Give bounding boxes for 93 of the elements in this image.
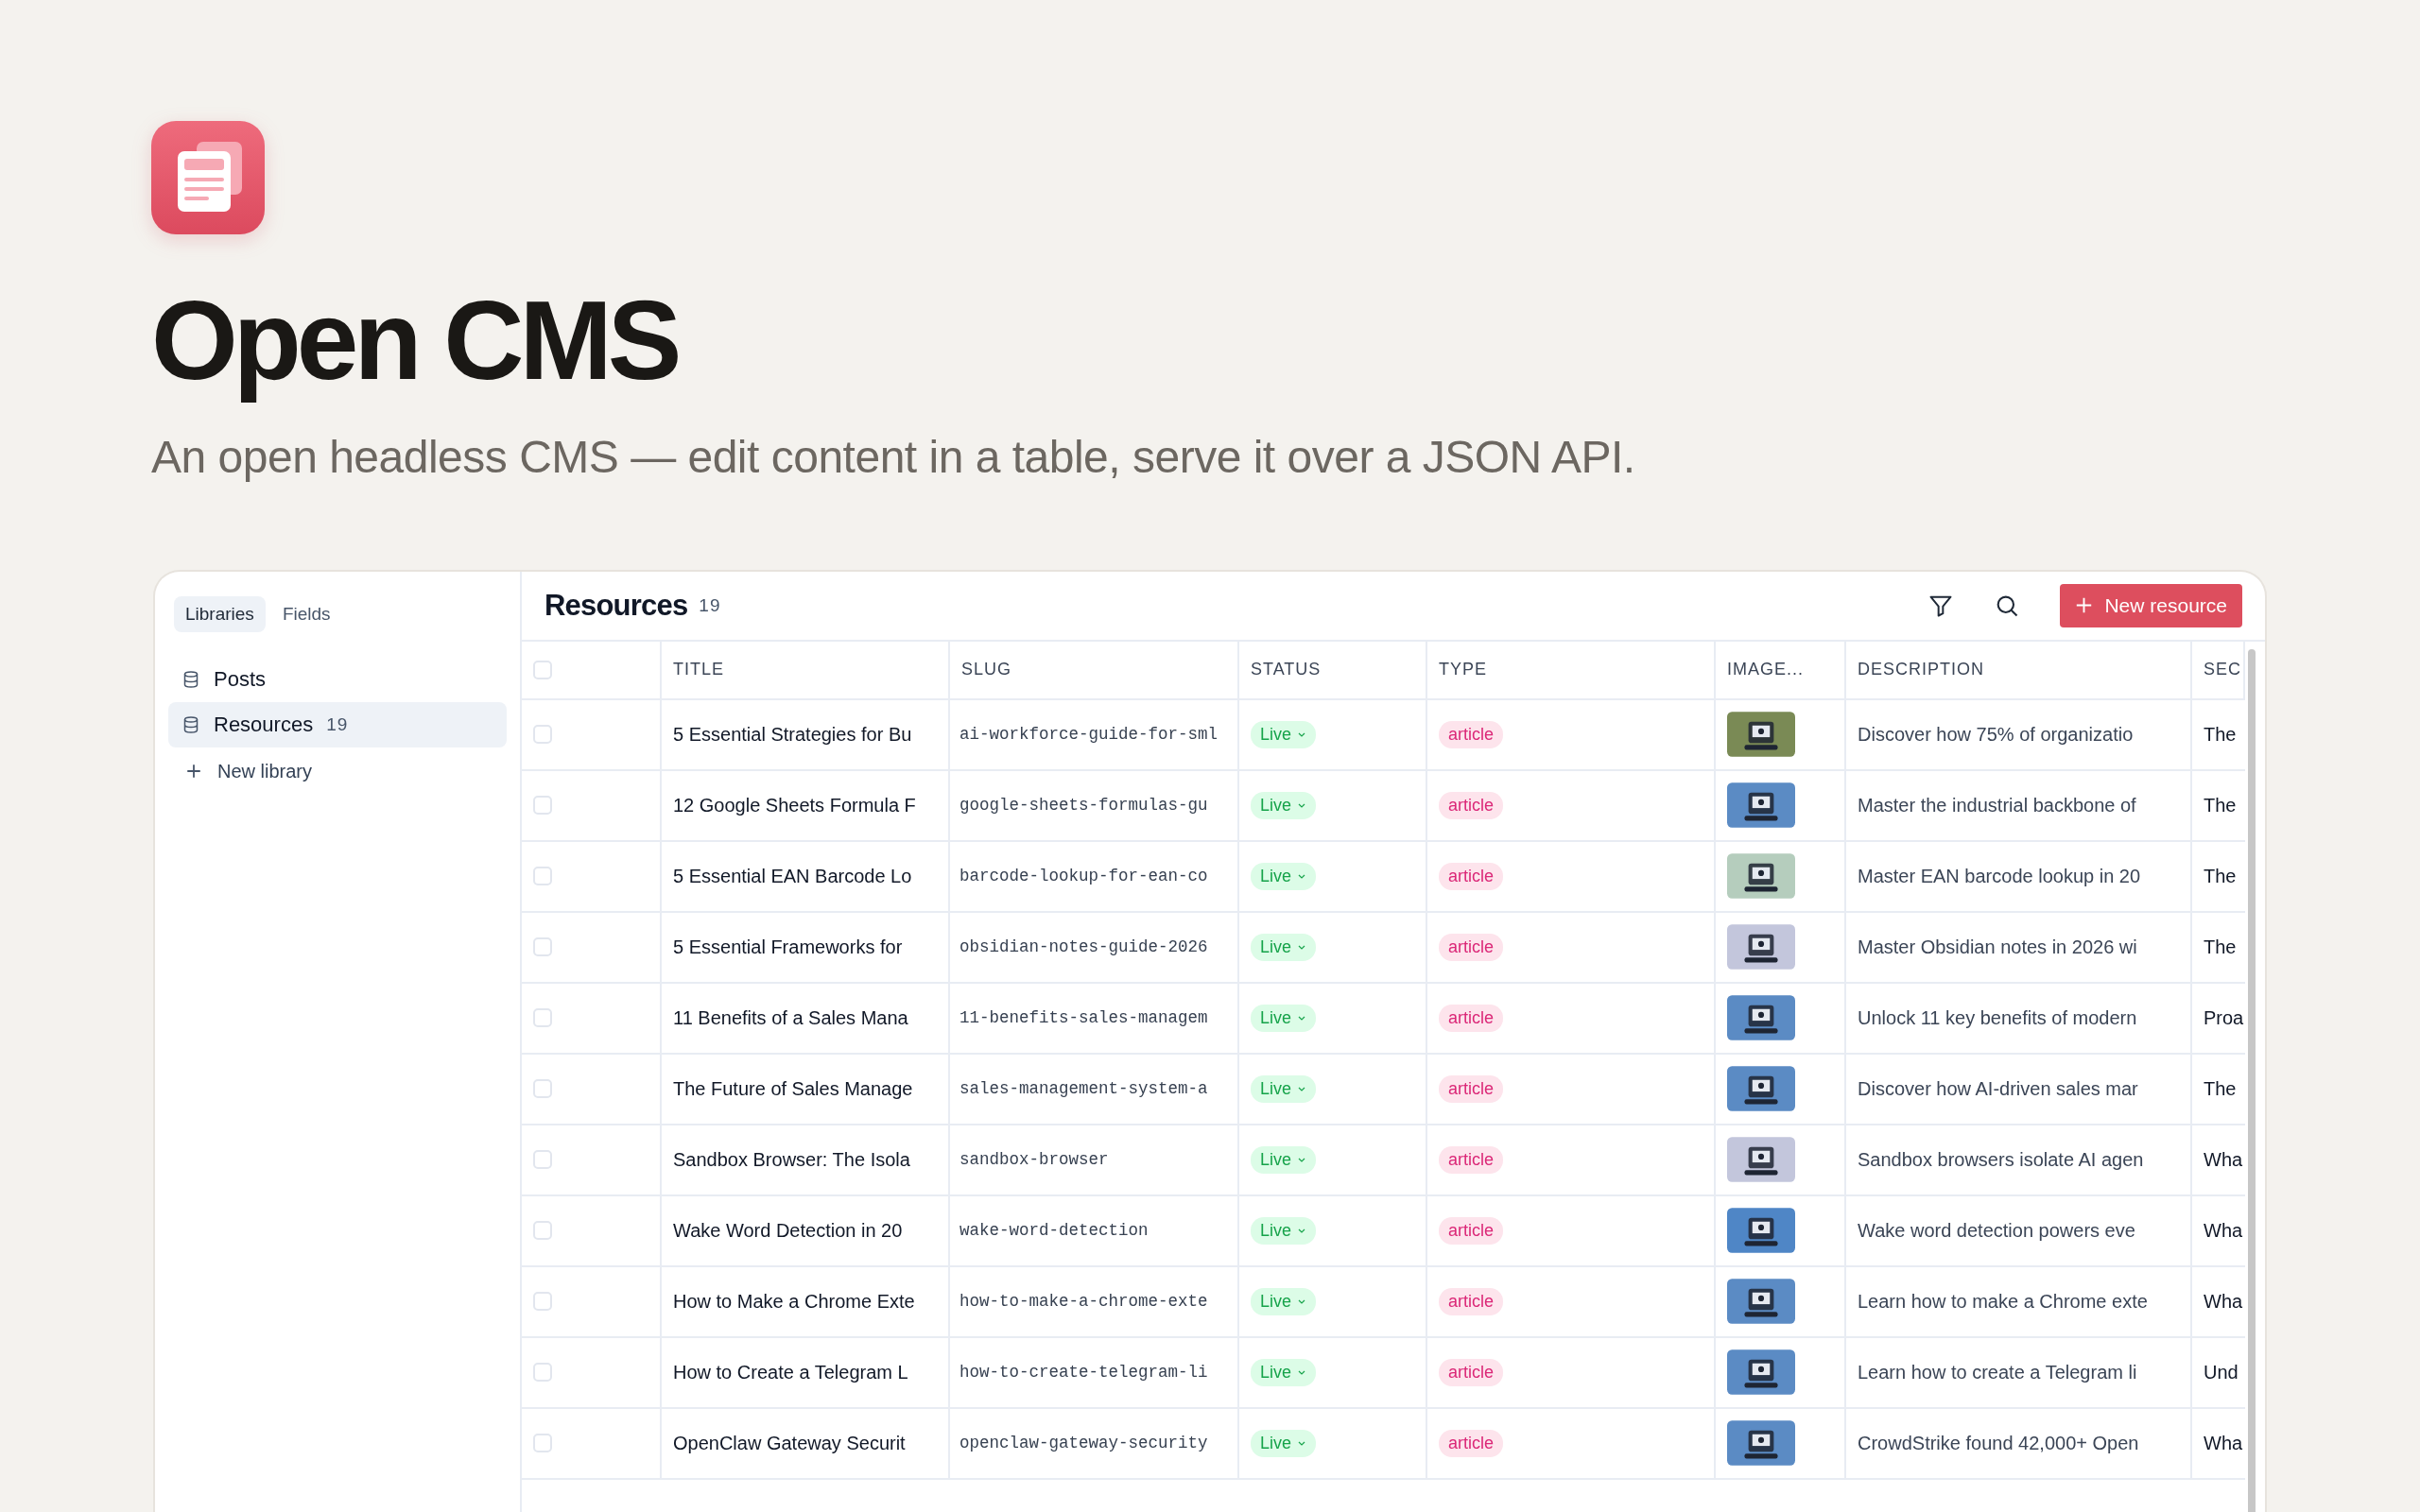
new-resource-button[interactable]: New resource	[2060, 583, 2242, 627]
table-cell: Wha	[2192, 1195, 2245, 1267]
table-cell: how-to-create-telegram-li	[950, 1337, 1239, 1409]
checkbox[interactable]	[533, 1150, 552, 1170]
library-heading: Resources	[544, 588, 688, 623]
table-cell: Wake Word Detection in 20	[662, 1195, 950, 1267]
table-cell: CrowdStrike found 42,000+ Open	[1846, 1408, 2192, 1480]
column-header[interactable]: TITLE	[662, 641, 950, 700]
checkbox[interactable]	[533, 1008, 552, 1028]
table-cell: Wha	[2192, 1408, 2245, 1480]
database-icon	[182, 714, 200, 734]
checkbox[interactable]	[533, 1292, 552, 1312]
column-header[interactable]: SEC	[2192, 641, 2245, 700]
table-cell: The	[2192, 1054, 2245, 1125]
table-cell: Und	[2192, 1337, 2245, 1409]
table-cell: sales-management-system-a	[950, 1054, 1239, 1125]
table-cell: ai-workforce-guide-for-sml	[950, 699, 1239, 771]
table-cell: Proa	[2192, 983, 2245, 1055]
table-cell: sandbox-browser	[950, 1125, 1239, 1196]
checkbox[interactable]	[533, 937, 552, 957]
checkbox[interactable]	[533, 1079, 552, 1099]
table-cell: 5 Essential Strategies for Bu	[662, 699, 950, 771]
library-name: Posts	[214, 666, 267, 692]
table-cell: 11 Benefits of a Sales Mana	[662, 983, 950, 1055]
plus-icon	[2075, 596, 2094, 615]
table-cell: Master Obsidian notes in 2026 wi	[1846, 912, 2192, 984]
table-cell: 11-benefits-sales-managem	[950, 983, 1239, 1055]
checkbox[interactable]	[533, 796, 552, 816]
type-tag: article	[1439, 791, 1503, 819]
checkbox[interactable]	[533, 867, 552, 886]
table-cell: The	[2192, 841, 2245, 913]
new-library-button[interactable]: New library	[168, 750, 507, 792]
table-cell: The	[2192, 770, 2245, 842]
table-cell: obsidian-notes-guide-2026	[950, 912, 1239, 984]
type-tag: article	[1439, 1145, 1503, 1174]
library-count: 19	[326, 713, 349, 735]
table-cell: openclaw-gateway-security	[950, 1408, 1239, 1480]
type-tag: article	[1439, 1287, 1503, 1315]
checkbox[interactable]	[533, 725, 552, 745]
column-header[interactable]: DESCRIPTION	[1846, 641, 2192, 700]
table-cell: Learn how to make a Chrome exte	[1846, 1266, 2192, 1338]
resource-count: 19	[699, 594, 721, 616]
database-icon	[182, 669, 200, 689]
type-tag: article	[1439, 1358, 1503, 1386]
library-name: Resources	[214, 712, 314, 737]
checkbox[interactable]	[533, 660, 552, 679]
table-cell: Sandbox browsers isolate AI agen	[1846, 1125, 2192, 1196]
column-header[interactable]: SLUG	[950, 641, 1239, 700]
app-logo-icon	[151, 121, 265, 234]
plus-icon	[185, 763, 202, 781]
type-tag: article	[1439, 1429, 1503, 1457]
scrollbar-thumb[interactable]	[2248, 648, 2256, 1512]
app-tagline: An open headless CMS — edit content in a table, serve it over a JSON API.	[151, 430, 1635, 483]
type-tag: article	[1439, 933, 1503, 961]
checkbox[interactable]	[533, 1221, 552, 1241]
library-item[interactable]: Resources 19	[168, 701, 507, 747]
sidebar-tab[interactable]: Fields	[270, 595, 342, 632]
table-cell: How to Make a Chrome Exte	[662, 1266, 950, 1338]
type-tag: article	[1439, 862, 1503, 890]
table-cell: Sandbox Browser: The Isola	[662, 1125, 950, 1196]
sidebar-tab[interactable]: Libraries	[174, 595, 266, 632]
table-cell: wake-word-detection	[950, 1195, 1239, 1267]
table-cell: 12 Google Sheets Formula F	[662, 770, 950, 842]
table-cell: google-sheets-formulas-gu	[950, 770, 1239, 842]
app-title: Open CMS	[151, 280, 678, 403]
type-tag: article	[1439, 1074, 1503, 1103]
table-cell: 5 Essential EAN Barcode Lo	[662, 841, 950, 913]
table-cell: Discover how 75% of organizatio	[1846, 699, 2192, 771]
table-cell: Master EAN barcode lookup in 20	[1846, 841, 2192, 913]
table-cell: The Future of Sales Manage	[662, 1054, 950, 1125]
table-cell: The	[2192, 912, 2245, 984]
column-header[interactable]: TYPE	[1427, 641, 1716, 700]
table-cell: Learn how to create a Telegram li	[1846, 1337, 2192, 1409]
table-cell: Master the industrial backbone of	[1846, 770, 2192, 842]
table-cell: how-to-make-a-chrome-exte	[950, 1266, 1239, 1338]
table-cell: OpenClaw Gateway Securit	[662, 1408, 950, 1480]
table-cell: Wake word detection powers eve	[1846, 1195, 2192, 1267]
table-cell: barcode-lookup-for-ean-co	[950, 841, 1239, 913]
table-cell: Discover how AI-driven sales mar	[1846, 1054, 2192, 1125]
checkbox[interactable]	[533, 1434, 552, 1453]
column-header[interactable]: STATUS	[1239, 641, 1427, 700]
table-cell: Wha	[2192, 1125, 2245, 1196]
type-tag: article	[1439, 1216, 1503, 1245]
table-cell: How to Create a Telegram L	[662, 1337, 950, 1409]
checkbox[interactable]	[533, 1363, 552, 1383]
column-header[interactable]: IMAGE...	[1716, 641, 1846, 700]
type-tag: article	[1439, 720, 1503, 748]
table-cell: The	[2192, 699, 2245, 771]
library-item[interactable]: Posts	[168, 656, 507, 702]
table-cell: Unlock 11 key benefits of modern	[1846, 983, 2192, 1055]
table-cell: Wha	[2192, 1266, 2245, 1338]
type-tag: article	[1439, 1004, 1503, 1032]
table-cell: 5 Essential Frameworks for	[662, 912, 950, 984]
